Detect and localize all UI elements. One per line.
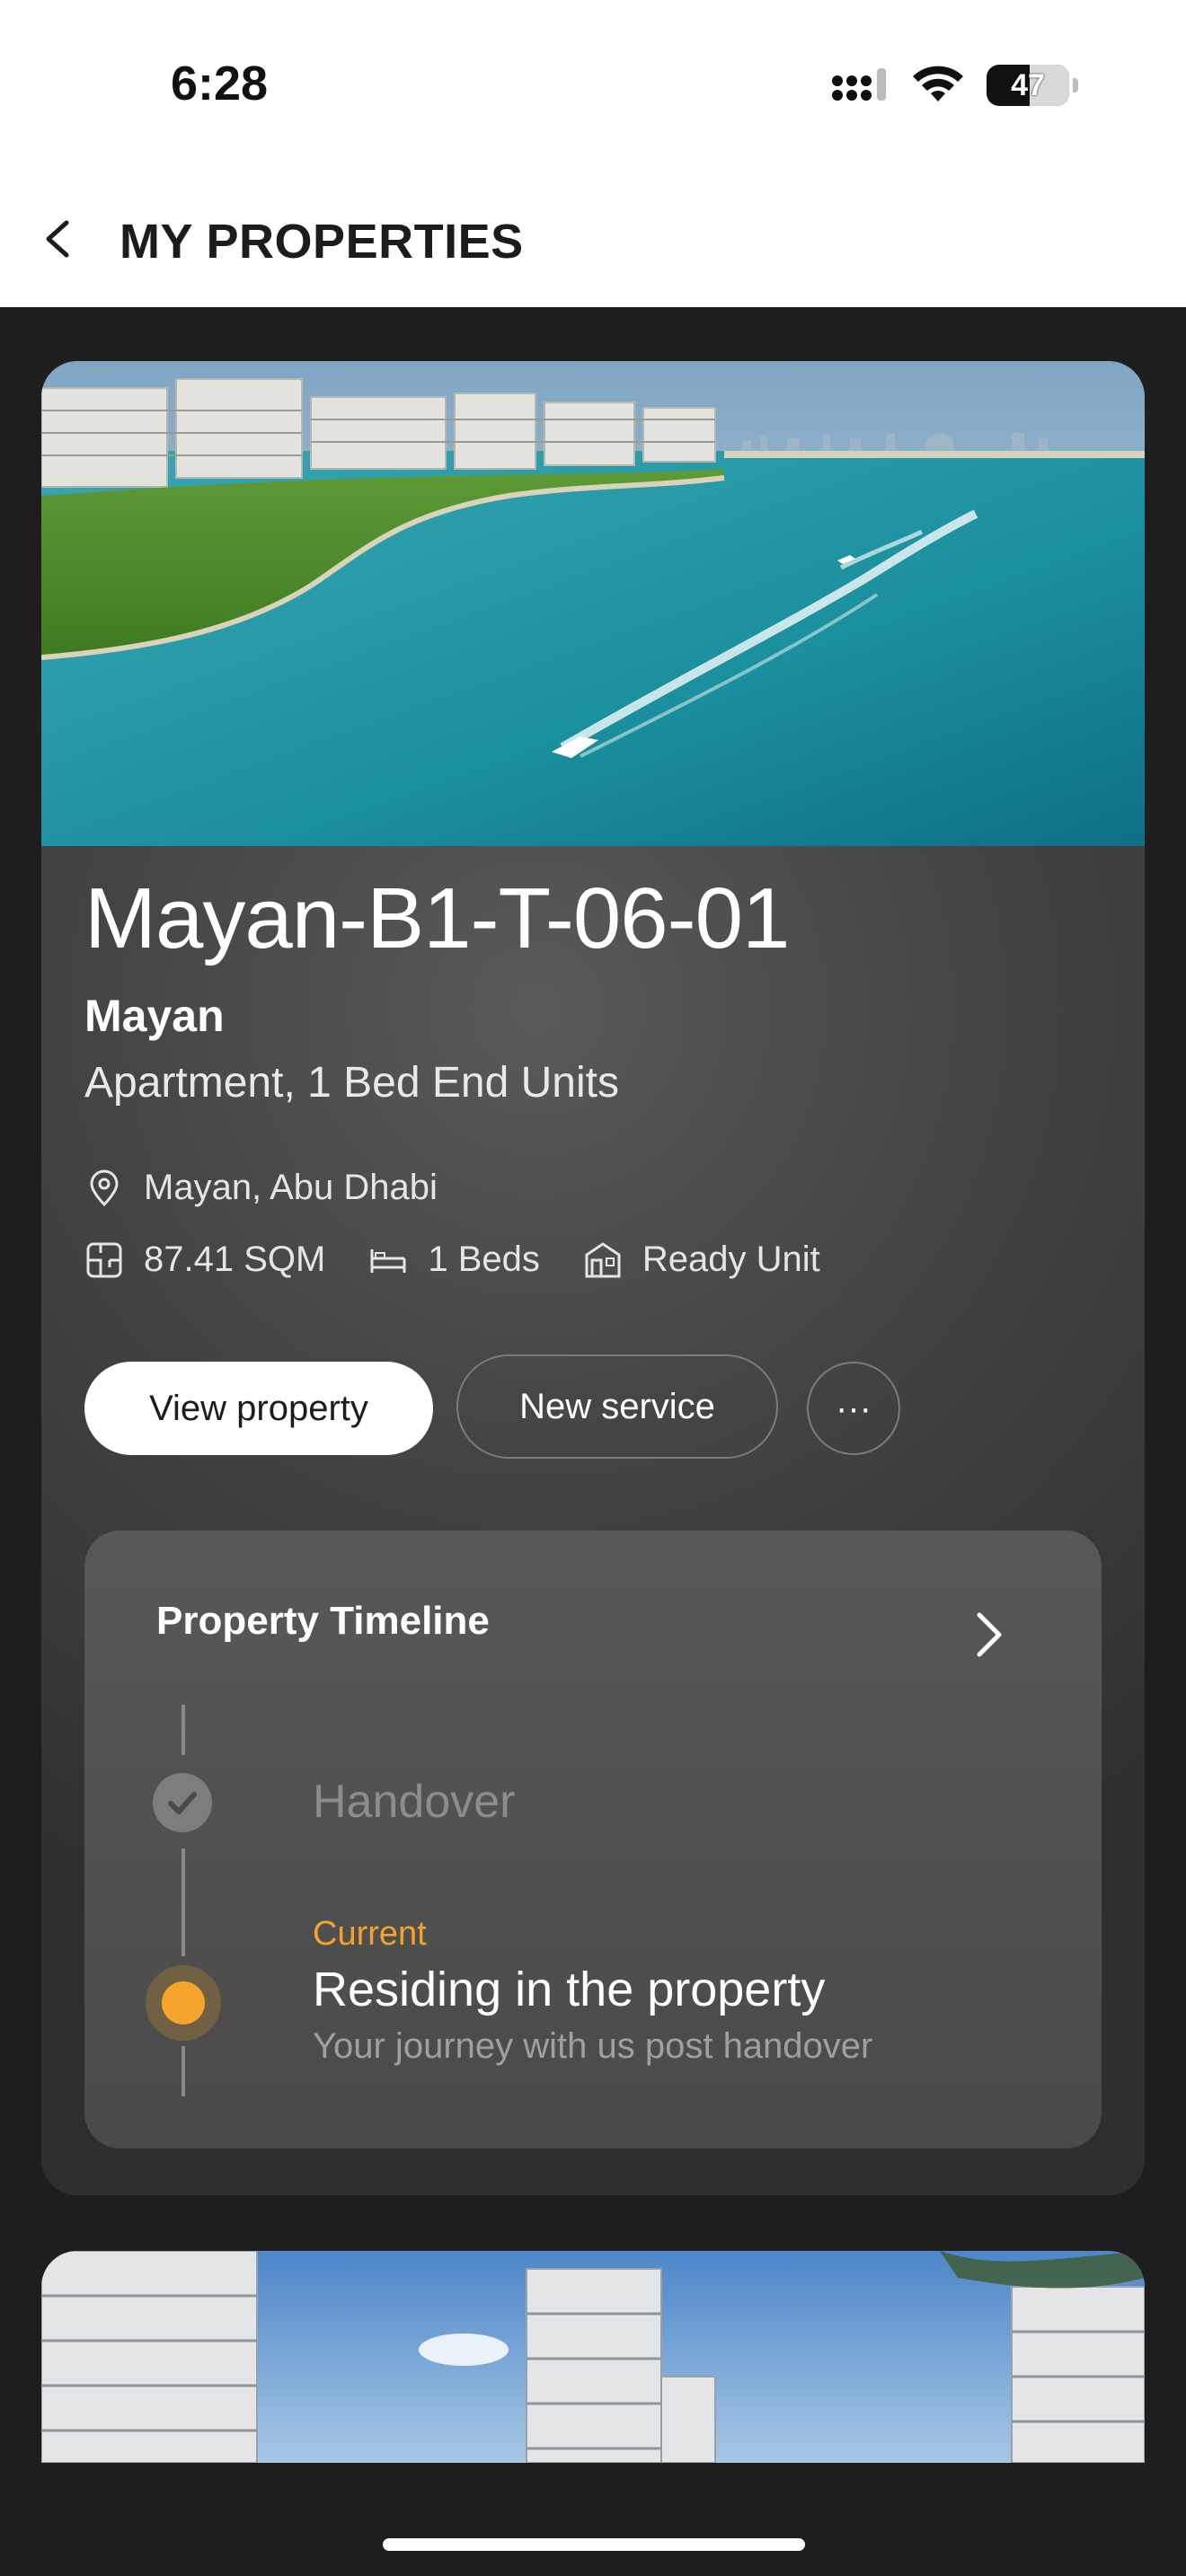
location-pin-icon xyxy=(90,1169,119,1206)
unit-type: Apartment, 1 Bed End Units xyxy=(84,1059,619,1107)
back-chevron-icon[interactable] xyxy=(40,219,75,259)
status-text: Ready Unit xyxy=(642,1239,820,1279)
project-name: Mayan xyxy=(84,991,225,1041)
app-header: MY PROPERTIES xyxy=(0,171,1186,307)
location-row: Mayan, Abu Dhabi xyxy=(84,1168,481,1208)
current-label: Current xyxy=(313,1915,427,1953)
floorplan-icon xyxy=(86,1242,122,1277)
area-text: 87.41 SQM xyxy=(144,1239,326,1279)
current-step-description: Your journey with us post handover xyxy=(313,2026,873,2066)
current-step-title: Residing in the property xyxy=(313,1963,826,2016)
timeline-title: Property Timeline xyxy=(156,1599,490,1643)
battery-level: 47 xyxy=(1011,67,1045,102)
battery-icon: 47 xyxy=(987,65,1069,106)
battery-nub xyxy=(1073,78,1078,93)
building-status-icon xyxy=(585,1241,621,1277)
status-bar: 6:28 47 xyxy=(0,0,1186,171)
unit-name: Mayan-B1-T-06-01 xyxy=(84,870,790,966)
chevron-right-icon[interactable] xyxy=(970,1610,1006,1660)
beds-text: 1 Beds xyxy=(428,1239,540,1279)
view-property-button[interactable]: View property xyxy=(84,1362,433,1455)
wifi-icon xyxy=(913,66,963,101)
new-service-button[interactable]: New service xyxy=(456,1354,778,1459)
status-time: 6:28 xyxy=(171,57,269,110)
bed-icon xyxy=(370,1248,406,1273)
more-options-button[interactable]: ··· xyxy=(807,1362,900,1455)
check-icon xyxy=(153,1773,212,1832)
current-step-dot xyxy=(162,1981,205,2025)
timeline-line-top xyxy=(181,1705,185,1755)
cellular-signal-icon xyxy=(832,68,886,101)
details-row: 87.41 SQM 1 Beds Ready Unit xyxy=(84,1239,863,1280)
home-indicator[interactable] xyxy=(383,2538,805,2551)
status-icons: 47 xyxy=(830,65,1078,106)
property-hero-image xyxy=(41,361,1145,846)
timeline-step-handover: Handover xyxy=(313,1776,516,1828)
page-title: MY PROPERTIES xyxy=(119,215,524,269)
timeline-line-mid xyxy=(181,1848,185,1956)
timeline-line-bottom xyxy=(181,2046,185,2096)
location-text: Mayan, Abu Dhabi xyxy=(144,1168,438,1207)
property-card-2-image[interactable] xyxy=(41,2251,1145,2463)
property-timeline-card[interactable]: Property Timeline Handover Current Resid… xyxy=(84,1531,1102,2148)
